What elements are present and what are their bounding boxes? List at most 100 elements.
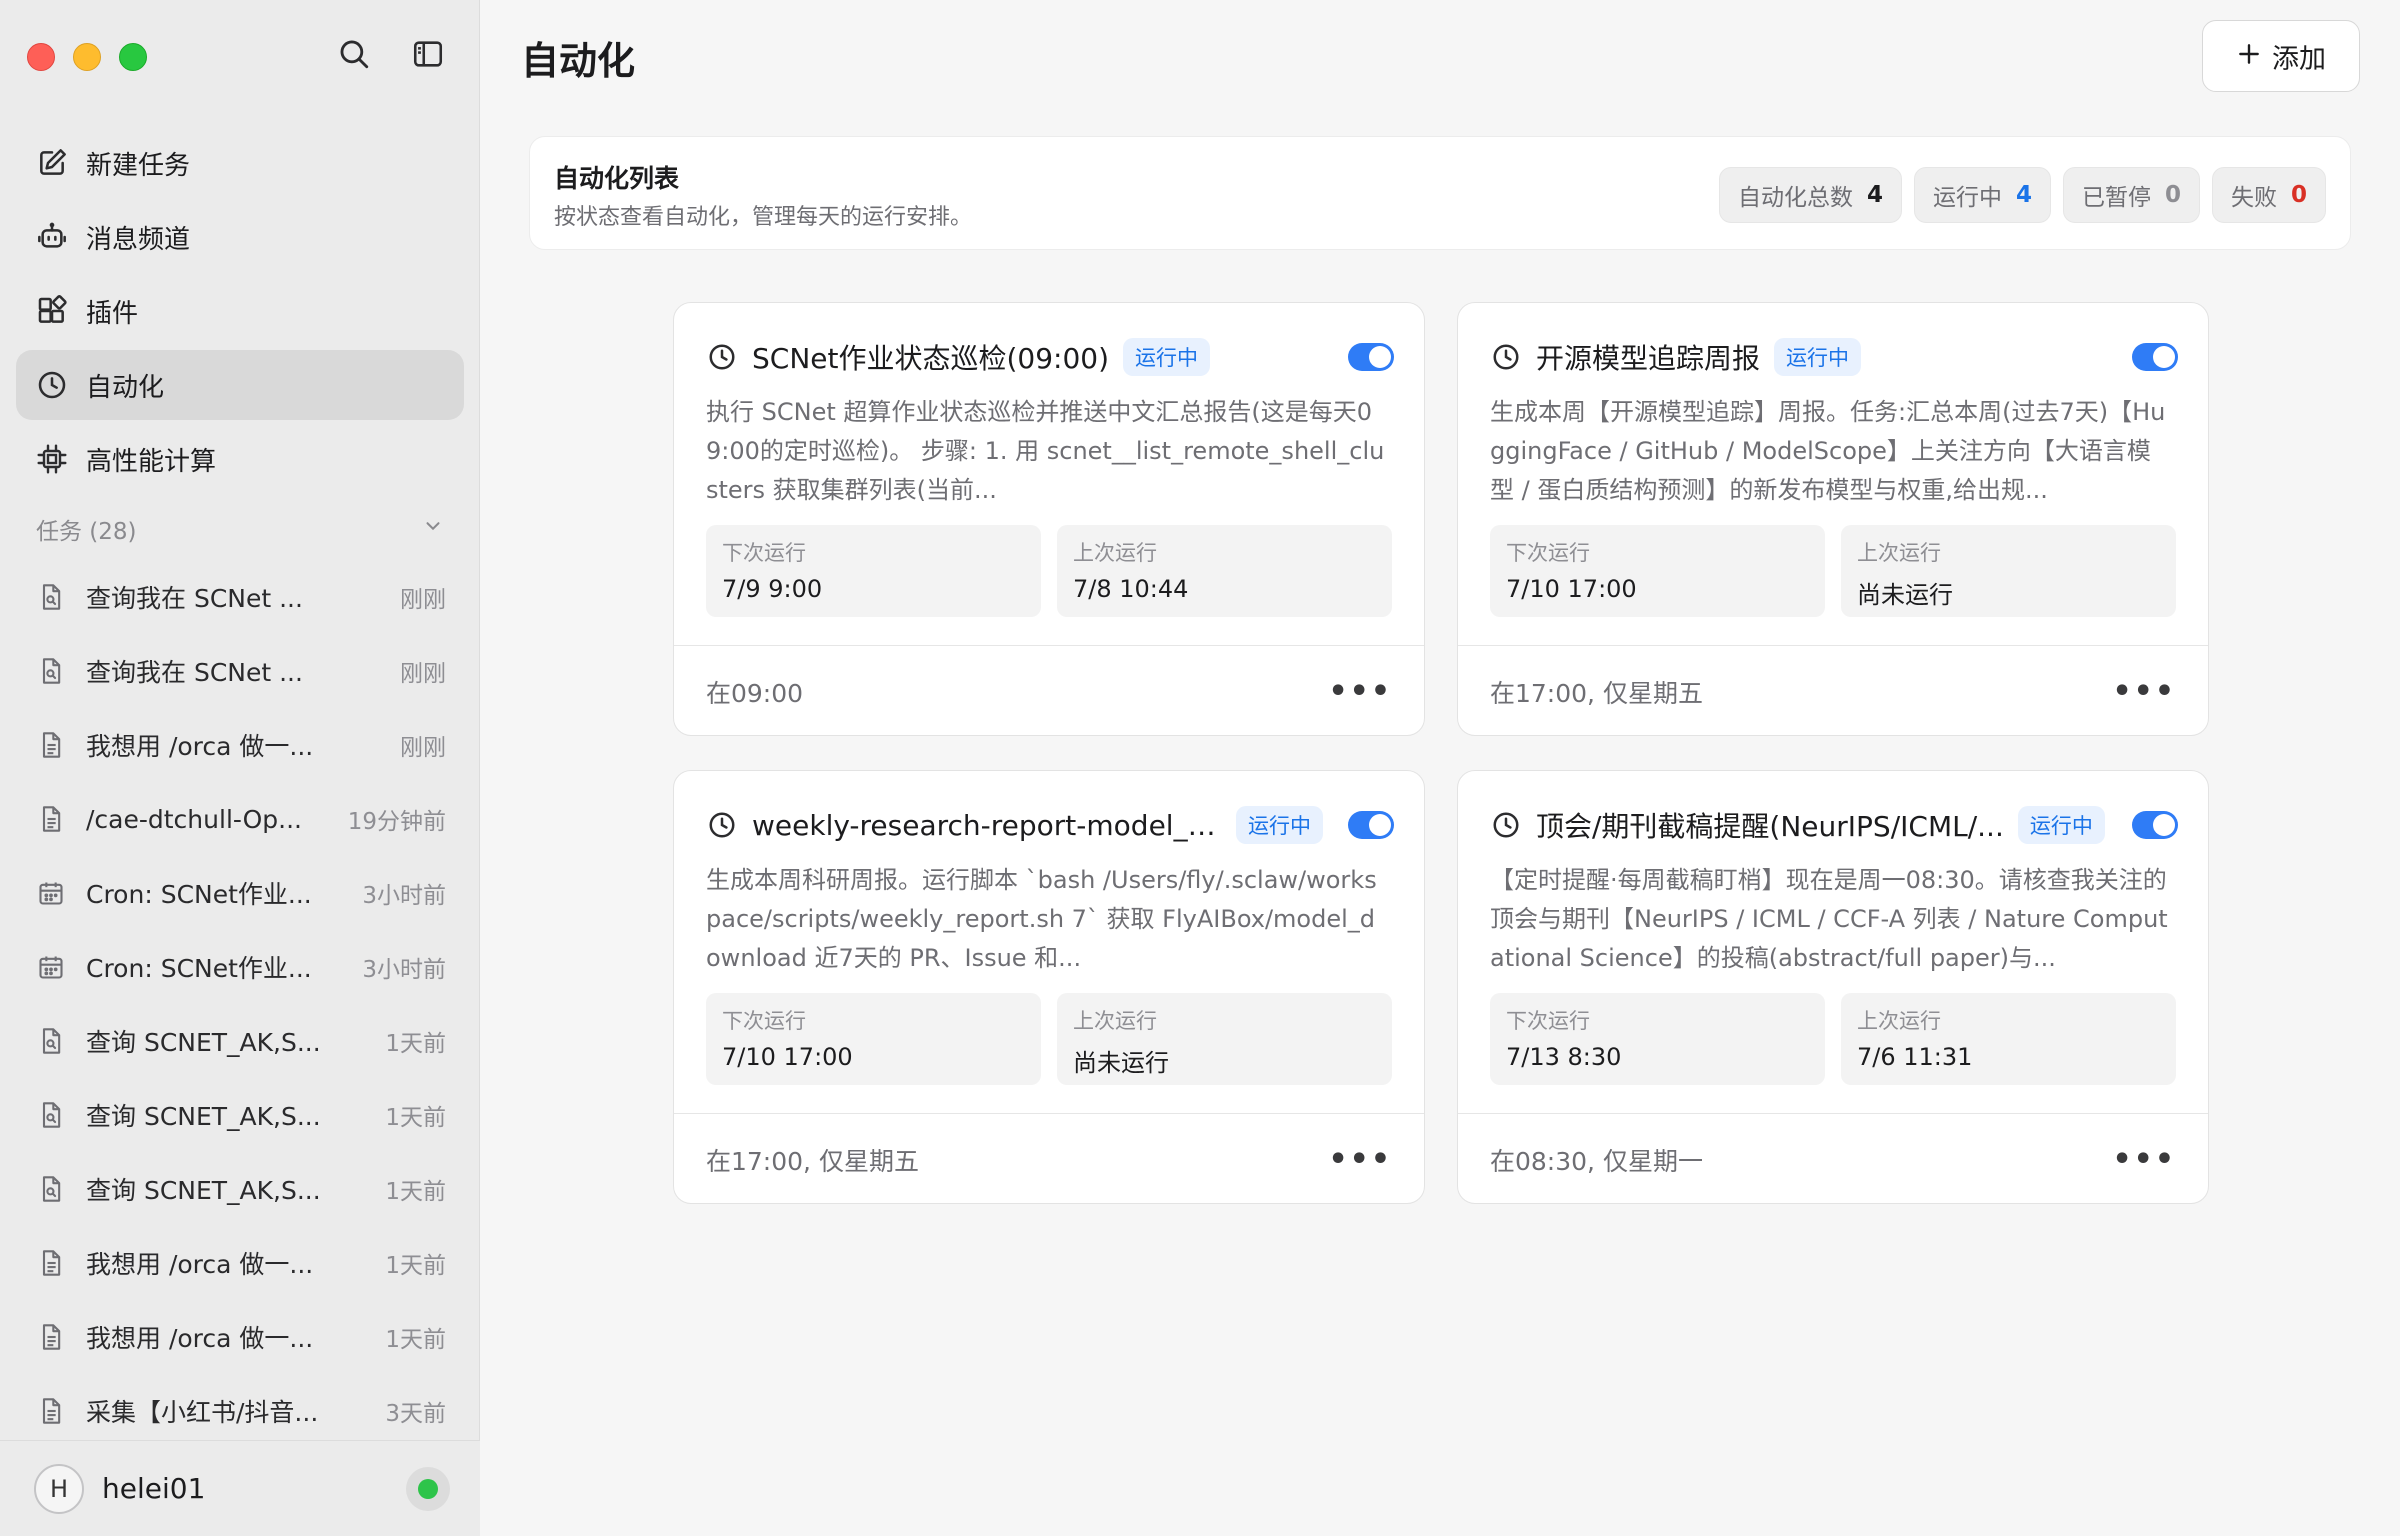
more-options-icon[interactable]: ••• [2112,674,2176,709]
automation-description: 生成本周科研周报。运行脚本 `bash /Users/fly/.sclaw/wo… [706,866,1377,972]
task-name: 查询我在 SCNet ... [86,658,303,687]
task-list-item[interactable]: Cron: SCNet作业... 3小时前 [16,856,464,930]
task-list-item[interactable]: 查询 SCNET_AK,S... 1天前 [16,1078,464,1152]
user-bar[interactable]: H helei01 [0,1440,480,1536]
task-list-item[interactable]: /cae-dtchull-Op... 19分钟前 [16,782,464,856]
summary-title: 自动化列表 [554,164,680,193]
last-run-value: 尚未运行 [1857,581,1953,609]
next-run-label: 下次运行 [722,1009,806,1033]
automation-card[interactable]: 开源模型追踪周报 运行中生成本周【开源模型追踪】周报。任务:汇总本周(过去7天)【… [1457,302,2209,736]
task-list: 查询我在 SCNet ... 刚刚 查询我在 SCNet ... 刚刚 我想用 /orc… [16,560,464,1448]
task-list-item[interactable]: 查询 SCNET_AK,S... 1天前 [16,1152,464,1226]
main-content: 自动化 添加 自动化列表 按状态查看自动化，管理每天的运行安排。 自动化总数 4 运… [481,0,2400,1536]
toggle-sidebar-icon[interactable] [410,36,446,72]
automation-title: 顶会/期刊截稿提醒(NeurIPS/ICML/... [1536,810,2004,843]
task-time: 1天前 [385,1179,446,1205]
search-icon[interactable] [336,36,372,72]
task-time: 1天前 [385,1105,446,1131]
status-filters: 自动化总数 4 运行中 4 已暂停 0 失败 0 [1718,167,2326,223]
more-options-icon[interactable]: ••• [2112,1142,2176,1177]
schedule-text: 在17:00, 仅星期五 [706,1146,919,1176]
close-window-button[interactable] [27,43,55,71]
document-icon [34,1320,68,1354]
avatar[interactable]: H [34,1463,84,1514]
clock-icon [1490,341,1522,373]
search-doc-icon [34,580,68,614]
automation-description: 生成本周【开源模型追踪】周报。任务:汇总本周(过去7天)【HuggingFace… [1490,398,2166,504]
stat-count: 0 [2290,182,2307,208]
enable-toggle[interactable] [1348,811,1394,839]
stat-label: 失败 [2230,185,2277,211]
enable-toggle[interactable] [1348,343,1394,371]
card-header: SCNet作业状态巡检(09:00) 运行中 [706,335,1394,379]
stat-filter-chip[interactable]: 失败 0 [2211,167,2326,223]
search-doc-icon [34,1024,68,1058]
task-list-item[interactable]: 我想用 /orca 做一... 1天前 [16,1226,464,1300]
document-icon [34,1394,68,1428]
plus-icon [2236,39,2262,73]
nav-label: 自动化 [86,372,165,403]
automation-description: 【定时提醒·每周截稿盯梢】现在是周一08:30。请核查我关注的顶会与期刊【Neu… [1490,866,2168,972]
task-list-item[interactable]: 查询我在 SCNet ... 刚刚 [16,634,464,708]
document-icon [34,1246,68,1280]
task-list-item[interactable]: 我想用 /orca 做一... 刚刚 [16,708,464,782]
automation-title: 开源模型追踪周报 [1536,342,1761,375]
automation-title: SCNet作业状态巡检(09:00) [752,342,1110,375]
task-list-item[interactable]: Cron: SCNet作业... 3小时前 [16,930,464,1004]
zoom-window-button[interactable] [119,43,147,71]
minimize-window-button[interactable] [73,43,101,71]
stat-label: 自动化总数 [1737,185,1853,211]
tasks-section-header[interactable]: 任务 (28) [36,512,444,546]
automation-card[interactable]: SCNet作业状态巡检(09:00) 运行中 执行 SCNet 超算作业状态巡检并推… [673,302,1425,736]
status-badge: 运行中 [1236,806,1323,844]
status-badge: 运行中 [2017,806,2105,844]
automation-card[interactable]: weekly-research-report-model_d... 运行中 生成本周… [673,770,1425,1204]
enable-toggle[interactable] [2132,811,2178,839]
task-name: 我想用 /orca 做一... [86,732,314,761]
more-options-icon[interactable]: ••• [1328,674,1392,709]
task-list-item[interactable]: 查询 SCNET_AK,S... 1天前 [16,1004,464,1078]
calendar-icon [34,950,68,984]
sidebar-toolbar [336,36,446,72]
clock-icon [706,809,738,841]
chevron-down-icon[interactable] [422,515,444,543]
stat-filter-chip[interactable]: 已暂停 0 [2062,167,2200,223]
task-name: 我想用 /orca 做一... [86,1250,314,1279]
window-controls [27,43,147,71]
main-nav: 新建任务 消息频道 插件 自动化 高性能计算 [16,128,464,498]
nav-automation[interactable]: 自动化 [16,350,464,420]
edit-icon [34,145,70,181]
document-icon [34,728,68,762]
stat-count: 4 [2015,182,2032,208]
stat-count: 0 [2164,182,2181,208]
enable-toggle[interactable] [2132,343,2178,371]
stat-filter-chip[interactable]: 自动化总数 4 [1718,167,1902,223]
nav-message-channels[interactable]: 消息频道 [16,202,464,272]
add-button-label: 添加 [2272,43,2326,75]
status-badge: 运行中 [1774,338,1862,376]
automation-card[interactable]: 顶会/期刊截稿提醒(NeurIPS/ICML/... 运行中【定时提醒·每周截稿盯… [1457,770,2209,1204]
nav-new-task[interactable]: 新建任务 [16,128,464,198]
sidebar: 新建任务 消息频道 插件 自动化 高性能计算 任务 (28) 查询我在 SCNe… [0,0,480,1536]
task-list-item[interactable]: 采集【小红书/抖音... 3天前 [16,1374,464,1448]
task-name: 查询 SCNET_AK,S... [86,1028,321,1057]
more-options-icon[interactable]: ••• [1328,1142,1392,1177]
next-run: 下次运行 7/13 8:30 [1490,993,1825,1085]
task-name: Cron: SCNet作业... [86,880,312,909]
next-run-value: 7/13 8:30 [1506,1043,1622,1071]
task-list-item[interactable]: 我想用 /orca 做一... 1天前 [16,1300,464,1374]
document-icon [34,802,68,836]
nav-plugins[interactable]: 插件 [16,276,464,346]
next-run-label: 下次运行 [1506,1009,1590,1033]
next-run-label: 下次运行 [722,541,806,565]
add-automation-button[interactable]: 添加 [2202,20,2360,92]
stat-filter-chip[interactable]: 运行中 4 [1913,167,2051,223]
task-list-item[interactable]: 查询我在 SCNet ... 刚刚 [16,560,464,634]
nav-hpc[interactable]: 高性能计算 [16,424,464,494]
task-name: 查询 SCNET_AK,S... [86,1176,321,1205]
run-info: 下次运行 7/10 17:00 上次运行 尚未运行 [1490,525,2176,617]
nav-label: 插件 [86,298,139,329]
card-footer: 在17:00, 仅星期五 ••• [674,1113,1424,1205]
last-run-value: 7/6 11:31 [1857,1043,1973,1071]
last-run-label: 上次运行 [1073,1009,1157,1033]
